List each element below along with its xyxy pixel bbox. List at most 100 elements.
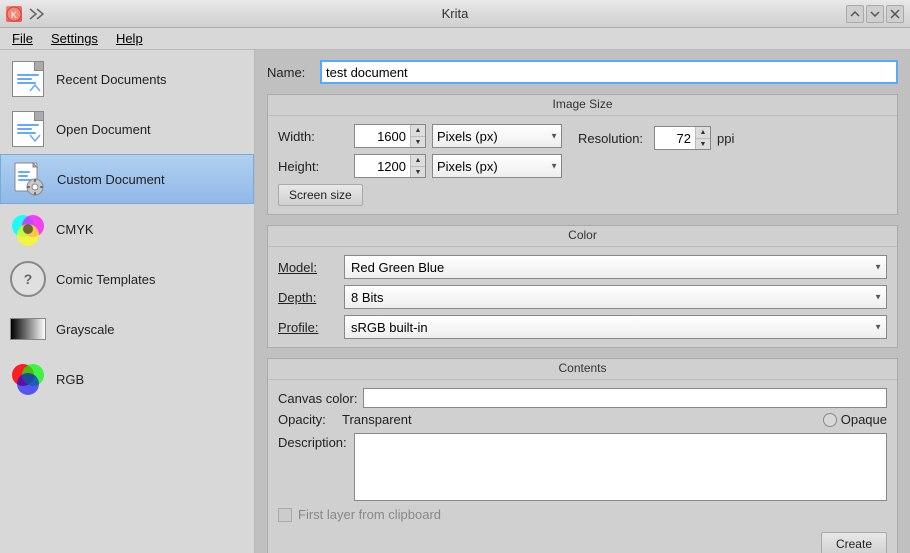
open-doc-icon [10,111,46,147]
name-input[interactable] [320,60,898,84]
height-unit-dropdown[interactable]: Pixels (px) Inches Centimeters [432,154,562,178]
comic-icon: ? [10,261,46,297]
model-row: Model: Red Green Blue CMYK Grayscale Lab [278,255,887,279]
height-spinner: ▲ ▼ [354,154,426,178]
depth-dropdown[interactable]: 8 Bits 16 Bits 32 Bits Float [344,285,887,309]
height-input[interactable] [355,155,410,177]
menu-settings[interactable]: Settings [43,29,106,48]
width-unit-wrap: Pixels (px) Inches Centimeters [432,124,562,148]
height-decrement-btn[interactable]: ▼ [411,166,425,177]
model-dropdown-wrap: Red Green Blue CMYK Grayscale Lab [344,255,887,279]
menu-help-label: Help [116,31,143,46]
sidebar-grayscale-label: Grayscale [56,322,115,337]
cmyk-icon [10,211,46,247]
sidebar-item-rgb[interactable]: RGB [0,354,254,404]
titlebar-title: Krita [442,6,469,21]
sidebar-item-comic-templates[interactable]: ? Comic Templates [0,254,254,304]
canvas-color-row: Canvas color: [278,388,887,408]
custom-doc-icon [11,161,47,197]
description-textarea[interactable] [354,433,887,501]
sidebar-cmyk-label: CMYK [56,222,94,237]
opacity-opaque: Opaque [841,412,887,427]
recent-doc-icon [10,61,46,97]
model-label: Model: [278,260,338,275]
menu-help[interactable]: Help [108,29,151,48]
svg-text:K: K [11,10,17,20]
contents-title: Contents [268,359,897,380]
sidebar-comic-label: Comic Templates [56,272,155,287]
sidebar-item-grayscale[interactable]: Grayscale [0,304,254,354]
ppi-label: ppi [717,131,734,146]
titlebar-controls [846,5,904,23]
create-button[interactable]: Create [821,532,887,553]
name-label: Name: [267,65,312,80]
screen-size-button[interactable]: Screen size [278,184,363,206]
menu-settings-label: Settings [51,31,98,46]
titlebar-close-btn[interactable] [886,5,904,23]
resolution-label: Resolution: [578,131,648,146]
width-decrement-btn[interactable]: ▼ [411,136,425,147]
color-title: Color [268,226,897,247]
image-size-title: Image Size [268,95,897,116]
bottom-bar: Create [278,528,887,553]
app-icon: K [6,6,22,22]
sidebar: Recent Documents Open Document [0,50,255,553]
height-label: Height: [278,159,348,174]
height-row: Height: ▲ ▼ Pixels (px) [278,154,562,178]
titlebar-left: K [6,5,54,23]
titlebar-minimize-btn[interactable] [846,5,864,23]
height-increment-btn[interactable]: ▲ [411,155,425,166]
depth-dropdown-wrap: 8 Bits 16 Bits 32 Bits Float [344,285,887,309]
color-content: Model: Red Green Blue CMYK Grayscale Lab… [268,247,897,347]
sidebar-item-custom-document[interactable]: Custom Document [0,154,254,204]
depth-row: Depth: 8 Bits 16 Bits 32 Bits Float [278,285,887,309]
image-size-content: Width: ▲ ▼ Pixels (px) [268,116,897,214]
sidebar-item-open-document[interactable]: Open Document [0,104,254,154]
resolution-input[interactable] [655,127,695,149]
profile-dropdown[interactable]: sRGB built-in AdobeRGB ProPhotoRGB [344,315,887,339]
width-row: Width: ▲ ▼ Pixels (px) [278,124,562,148]
resolution-spinner: ▲ ▼ [654,126,711,150]
menu-file[interactable]: File [4,29,41,48]
titlebar-restore-btn[interactable] [866,5,884,23]
width-input[interactable] [355,125,410,147]
clipboard-row: First layer from clipboard [278,507,887,522]
opacity-value: Transparent [342,412,819,427]
right-panel: Name: Image Size Width: ▲ [255,50,910,553]
canvas-color-swatch[interactable] [363,388,887,408]
contents-section: Contents Canvas color: Opacity: Transpar… [267,358,898,553]
sidebar-item-recent-documents[interactable]: Recent Documents [0,54,254,104]
clipboard-checkbox [278,508,292,522]
opacity-label: Opacity: [278,412,338,427]
sidebar-rgb-label: RGB [56,372,84,387]
contents-content: Canvas color: Opacity: Transparent Opaqu… [268,380,897,553]
height-unit-wrap: Pixels (px) Inches Centimeters [432,154,562,178]
color-section: Color Model: Red Green Blue CMYK Graysca… [267,225,898,348]
profile-row: Profile: sRGB built-in AdobeRGB ProPhoto… [278,315,887,339]
rgb-icon [10,361,46,397]
name-row: Name: [267,60,898,84]
sidebar-recent-label: Recent Documents [56,72,167,87]
clipboard-label: First layer from clipboard [298,507,441,522]
description-label: Description: [278,433,348,450]
resolution-decrement-btn[interactable]: ▼ [696,138,710,149]
opacity-toggle[interactable] [823,413,837,427]
depth-label: Depth: [278,290,338,305]
profile-label: Profile: [278,320,338,335]
titlebar: K Krita [0,0,910,28]
model-dropdown[interactable]: Red Green Blue CMYK Grayscale Lab [344,255,887,279]
sidebar-open-label: Open Document [56,122,151,137]
sidebar-custom-label: Custom Document [57,172,165,187]
opacity-row: Opacity: Transparent Opaque [278,412,887,427]
profile-dropdown-wrap: sRGB built-in AdobeRGB ProPhotoRGB [344,315,887,339]
titlebar-chevrons-icon [26,5,54,23]
width-increment-btn[interactable]: ▲ [411,125,425,136]
image-size-section: Image Size Width: ▲ ▼ [267,94,898,215]
width-unit-dropdown[interactable]: Pixels (px) Inches Centimeters [432,124,562,148]
recent-arrow-icon [28,81,42,95]
grayscale-icon [10,311,46,347]
sidebar-item-cmyk[interactable]: CMYK [0,204,254,254]
main-layout: Recent Documents Open Document [0,50,910,553]
resolution-increment-btn[interactable]: ▲ [696,127,710,138]
description-row: Description: [278,433,887,501]
